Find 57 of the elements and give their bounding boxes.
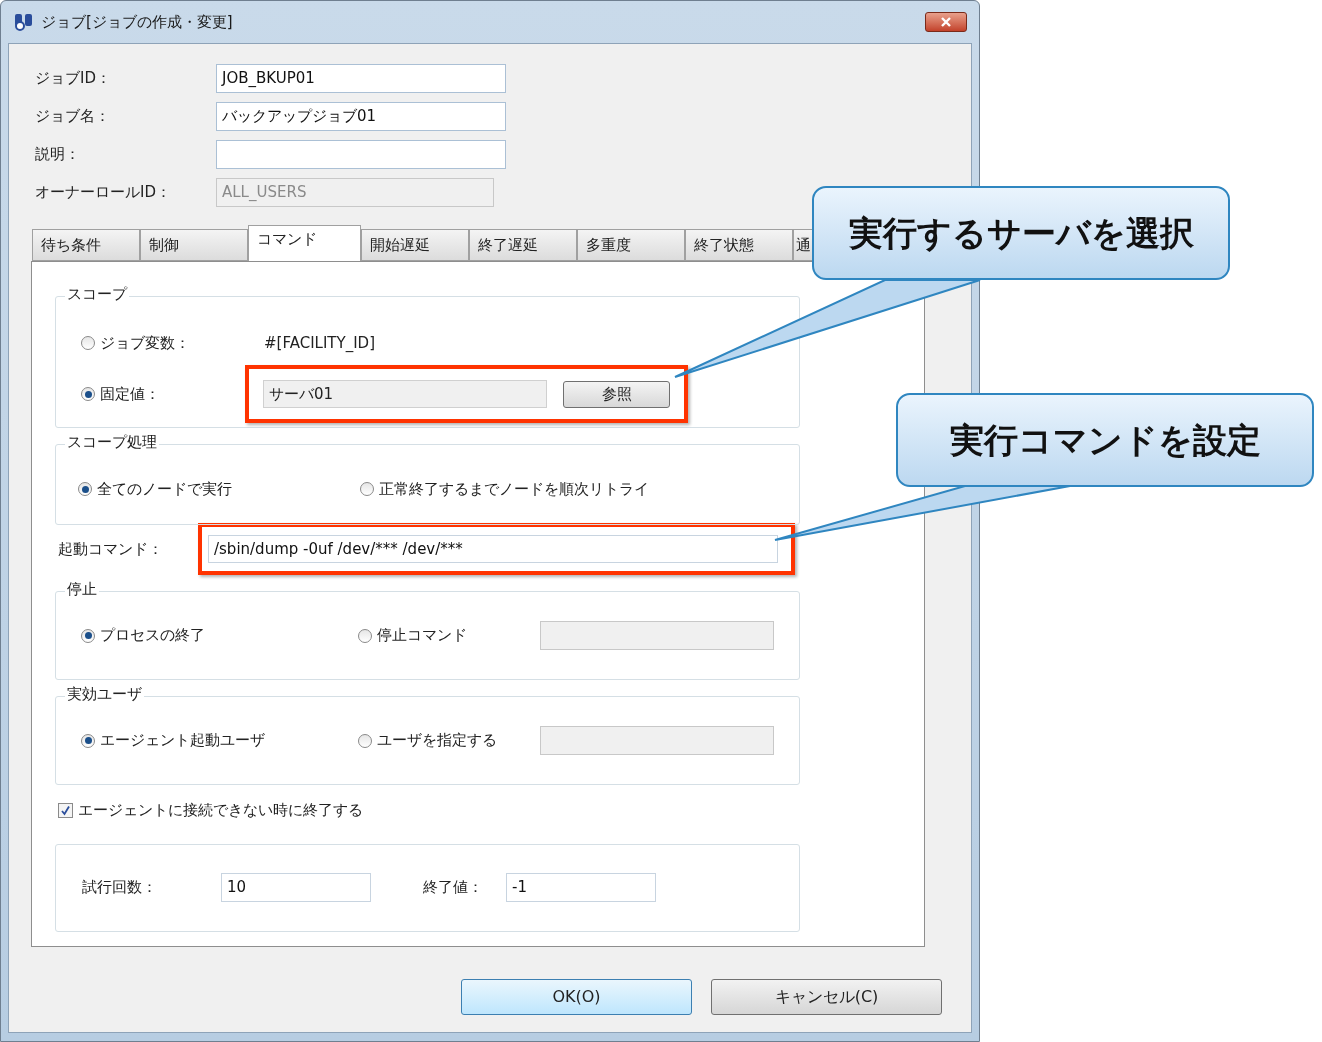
tab[interactable]: 多重度	[577, 229, 685, 261]
group-title: スコープ	[65, 284, 129, 304]
field-label: 試行回数：	[82, 877, 158, 899]
tab[interactable]: コマンド	[248, 225, 361, 261]
field-label: 起動コマンド：	[58, 538, 164, 560]
radio-button[interactable]	[81, 628, 95, 643]
checkbox[interactable]	[58, 802, 73, 818]
radio-label: 正常終了するまでノードを順次リトライ	[379, 479, 649, 500]
text-field[interactable]: 10	[221, 873, 371, 902]
close-icon	[940, 17, 952, 27]
radio-button[interactable]	[358, 628, 372, 643]
variable-value: #[FACILITY_ID]	[264, 332, 375, 354]
callout: 実行コマンドを設定	[896, 393, 1314, 487]
radio-label: 全てのノードで実行	[97, 479, 232, 500]
text-field[interactable]	[540, 621, 774, 650]
dialog-button[interactable]: キャンセル(C)	[711, 979, 942, 1015]
radio-label: 固定値：	[100, 383, 160, 405]
window-title: ジョブ[ジョブの作成・変更]	[41, 11, 233, 33]
field-label: ジョブ名：	[35, 106, 111, 128]
tab[interactable]: 待ち条件	[32, 229, 140, 261]
radio-button[interactable]	[81, 733, 95, 748]
field-label: 説明：	[35, 144, 81, 166]
tab[interactable]: 開始遅延	[361, 229, 469, 261]
tab[interactable]: 制御	[140, 229, 248, 261]
group-title: 停止	[65, 579, 99, 599]
callout: 実行するサーバを選択	[812, 186, 1230, 280]
tab[interactable]: 通	[793, 229, 815, 261]
radio-button[interactable]	[358, 733, 372, 748]
radio-button[interactable]	[81, 387, 95, 401]
radio-label: ユーザを指定する	[377, 730, 497, 752]
check-icon	[60, 804, 71, 816]
radio-label: プロセスの終了	[100, 625, 205, 647]
close-button[interactable]	[925, 12, 967, 32]
checkbox-label: エージェントに接続できない時に終了する	[78, 800, 363, 821]
tab[interactable]: 終了遅延	[469, 229, 577, 261]
field-label: 終了値：	[423, 877, 484, 899]
radio-button[interactable]	[81, 336, 95, 350]
field-label: オーナーロールID：	[35, 182, 172, 204]
command-field[interactable]: /sbin/dump -0uf /dev/*** /dev/***	[208, 535, 778, 563]
tab[interactable]: 終了状態	[685, 229, 793, 261]
radio-label: エージェント起動ユーザ	[100, 730, 265, 752]
text-field[interactable]: サーバ01	[263, 380, 548, 408]
text-field[interactable]	[216, 140, 506, 169]
browse-button[interactable]: 参照	[563, 380, 670, 408]
dialog-button[interactable]: OK(O)	[461, 979, 692, 1015]
app-icon	[13, 12, 35, 32]
group-title: 実効ユーザ	[65, 684, 144, 704]
text-field[interactable]	[540, 726, 774, 755]
text-field[interactable]: JOB_BKUP01	[216, 64, 506, 93]
radio-button[interactable]	[78, 482, 92, 497]
radio-label: 停止コマンド	[377, 625, 467, 647]
field-label: ジョブID：	[35, 68, 112, 90]
text-field[interactable]: バックアップジョブ01	[216, 102, 506, 131]
text-field[interactable]: -1	[506, 873, 656, 902]
group-title: スコープ処理	[65, 432, 159, 452]
radio-button[interactable]	[360, 482, 374, 497]
radio-label: ジョブ変数：	[100, 332, 190, 354]
